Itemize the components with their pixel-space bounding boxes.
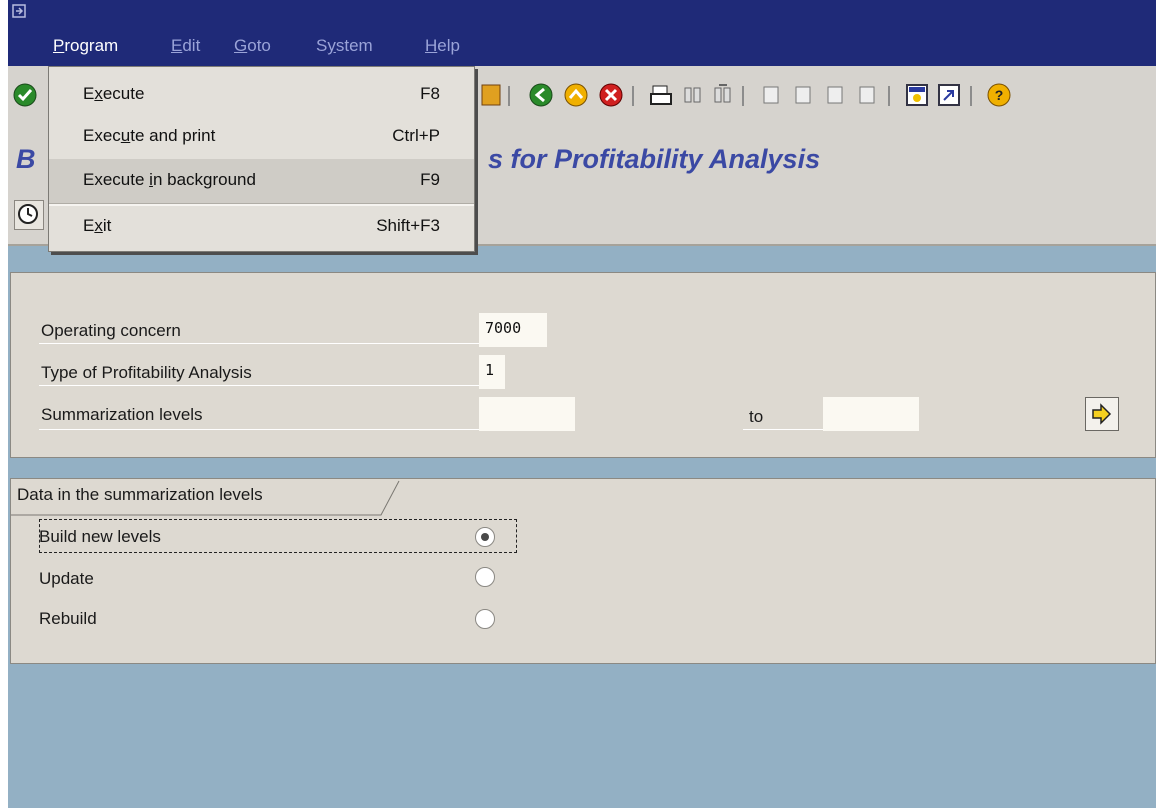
radio-label-rebuild: Rebuild xyxy=(39,609,97,628)
type-of-analysis-label: Type of Profitability Analysis xyxy=(41,363,252,382)
radio-label-update: Update xyxy=(39,569,94,588)
menu-help[interactable]: Help xyxy=(425,36,460,56)
execute-background-button[interactable] xyxy=(14,200,44,230)
find-icon[interactable] xyxy=(680,82,706,108)
toolbar-separator xyxy=(888,86,890,106)
svg-text:?: ? xyxy=(995,87,1004,103)
help-icon[interactable]: ? xyxy=(986,82,1012,108)
print-icon[interactable] xyxy=(648,82,674,108)
menu-system[interactable]: System xyxy=(316,36,373,56)
toolbar-separator xyxy=(970,86,972,106)
menu-item-exit[interactable]: Exit Shift+F3 xyxy=(49,205,474,249)
radio-group-panel: Data in the summarization levels Build n… xyxy=(10,478,1156,664)
radio-build-new-levels[interactable] xyxy=(475,527,495,547)
to-label: to xyxy=(749,407,764,426)
label-underline xyxy=(39,343,479,344)
multiple-selection-icon xyxy=(1092,403,1112,425)
shortcut-execute-in-background: F9 xyxy=(420,170,440,189)
last-page-icon[interactable] xyxy=(854,82,880,108)
menu-goto[interactable]: Goto xyxy=(234,36,271,56)
create-shortcut-icon[interactable] xyxy=(936,82,962,108)
menu-item-execute-and-print[interactable]: Execute and print Ctrl+P xyxy=(49,115,474,159)
operating-concern-label: Operating concern xyxy=(41,321,181,340)
operating-concern-field[interactable]: 7000 xyxy=(479,313,547,347)
label-underline xyxy=(743,429,823,430)
toolbar-separator xyxy=(632,86,634,106)
summarization-levels-to-field[interactable] xyxy=(823,397,919,431)
summarization-levels-label: Summarization levels xyxy=(41,405,203,424)
radio-update[interactable] xyxy=(475,567,495,587)
shortcut-execute-and-print: Ctrl+P xyxy=(392,126,440,145)
next-page-icon[interactable] xyxy=(822,82,848,108)
type-of-analysis-field[interactable]: 1 xyxy=(479,355,505,389)
shortcut-exit: Shift+F3 xyxy=(376,216,440,235)
window-edge xyxy=(0,0,8,808)
new-session-icon[interactable] xyxy=(904,82,930,108)
shortcut-execute: F8 xyxy=(420,84,440,103)
toolbar-separator xyxy=(742,86,744,106)
menu-item-execute[interactable]: Execute F8 xyxy=(49,73,474,117)
back-icon[interactable] xyxy=(528,82,554,108)
page-title: s for Profitability Analysis xyxy=(488,144,821,174)
cancel-icon[interactable] xyxy=(598,82,624,108)
page-title-prefix: B xyxy=(16,144,36,174)
menu-bar: Program Edit Goto System Help xyxy=(8,0,1156,66)
menu-item-execute-in-background[interactable]: Execute in background F9 xyxy=(49,159,474,203)
group-title-tab-outline xyxy=(11,480,400,516)
label-underline xyxy=(39,385,479,386)
system-menu-icon[interactable] xyxy=(12,4,28,20)
sap-window: Program Edit Goto System Help ? B s for … xyxy=(0,0,1156,808)
summarization-levels-from-field[interactable] xyxy=(479,397,575,431)
find-next-icon[interactable] xyxy=(710,82,736,108)
program-menu-dropdown: Execute F8 Execute and print Ctrl+P Exec… xyxy=(48,66,475,252)
multiple-selection-button[interactable] xyxy=(1085,397,1119,431)
selection-panel: Operating concern 7000 Type of Profitabi… xyxy=(10,272,1156,458)
exit-icon[interactable] xyxy=(563,82,589,108)
radio-rebuild[interactable] xyxy=(475,609,495,629)
radio-label-build-new-levels: Build new levels xyxy=(39,527,161,546)
save-icon[interactable] xyxy=(478,82,504,108)
label-underline xyxy=(39,429,479,430)
toolbar-separator xyxy=(508,86,510,106)
clock-icon xyxy=(18,204,38,224)
first-page-icon[interactable] xyxy=(758,82,784,108)
menu-program[interactable]: Program xyxy=(53,36,118,56)
previous-page-icon[interactable] xyxy=(790,82,816,108)
menu-edit[interactable]: Edit xyxy=(171,36,200,56)
enter-icon[interactable] xyxy=(12,82,38,108)
